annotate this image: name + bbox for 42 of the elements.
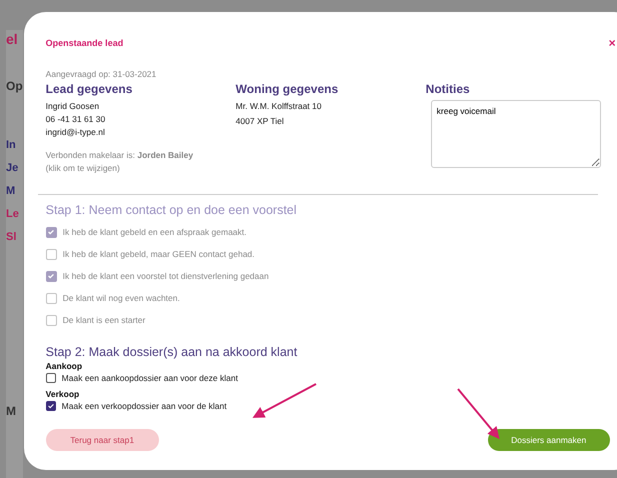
notes-field[interactable]: kreeg voicemail	[430, 100, 601, 168]
section-heading: Notities	[426, 82, 471, 96]
group-title: Verkoop	[46, 389, 80, 399]
arrow	[457, 388, 500, 440]
lead-detail: Ingrid Goosen	[46, 100, 100, 113]
change-agent-link[interactable]: (klik om te wijzigen)	[46, 162, 236, 175]
checkbox-label: Maak een aankoopdossier aan voor deze klant	[62, 373, 238, 383]
modal-title: Openstaande lead	[46, 38, 124, 48]
background-text: M	[6, 184, 16, 198]
background-text: Sl	[6, 230, 16, 244]
arrow	[252, 383, 316, 418]
background-text: el	[6, 30, 18, 48]
step-heading: Stap 1: Neem contact op en doe een voorstel	[46, 203, 298, 217]
checkbox-label: Ik heb de klant een voorstel tot dienstverlening gedaan	[62, 271, 269, 281]
address-line: 4007 XP Tiel	[236, 115, 285, 128]
background-text: Op	[6, 78, 23, 94]
create-button[interactable]: Dossiers aanmaken	[488, 429, 610, 451]
check-icon	[47, 228, 56, 236]
background-text: In	[6, 138, 16, 152]
step-heading: Stap 2: Maak dossier(s) aan na akkoord klant	[46, 345, 298, 359]
checkbox[interactable]	[46, 401, 56, 411]
check-icon	[47, 272, 56, 280]
back-button[interactable]: Terug naar stap1	[46, 429, 159, 451]
background-text: M	[6, 403, 16, 419]
agent-text: Verbonden makelaar is: Jorden Bailey	[46, 149, 194, 162]
section-heading: Woning gegevens	[236, 82, 340, 96]
checkbox-label: Maak een verkoopdossier aan voor de klant	[62, 401, 227, 411]
background-text: Le	[6, 207, 19, 221]
group-title: Aankoop	[46, 361, 84, 371]
checkbox-label: Ik heb de klant gebeld, maar GEEN contact gehad.	[62, 249, 255, 259]
lead-detail: ingrid@i-type.nl	[46, 126, 106, 139]
request-date: Aangevraagd op: 31-03-2021	[46, 69, 158, 79]
section-heading: Lead gegevens	[46, 82, 134, 96]
checkbox-label: De klant wil nog even wachten.	[62, 293, 180, 303]
checkbox-label: Ik heb de klant gebeld en een afspraak gemaakt.	[62, 227, 246, 237]
close-button[interactable]: ×	[608, 38, 616, 48]
background-text: Je	[6, 161, 18, 175]
check-icon	[46, 402, 55, 410]
checkbox-label: De klant is een starter	[62, 315, 146, 325]
lead-detail: 06 -41 31 61 30	[46, 113, 106, 126]
address-line: Mr. W.M. Kolffstraat 10	[236, 100, 322, 113]
checkbox[interactable]	[46, 373, 56, 383]
